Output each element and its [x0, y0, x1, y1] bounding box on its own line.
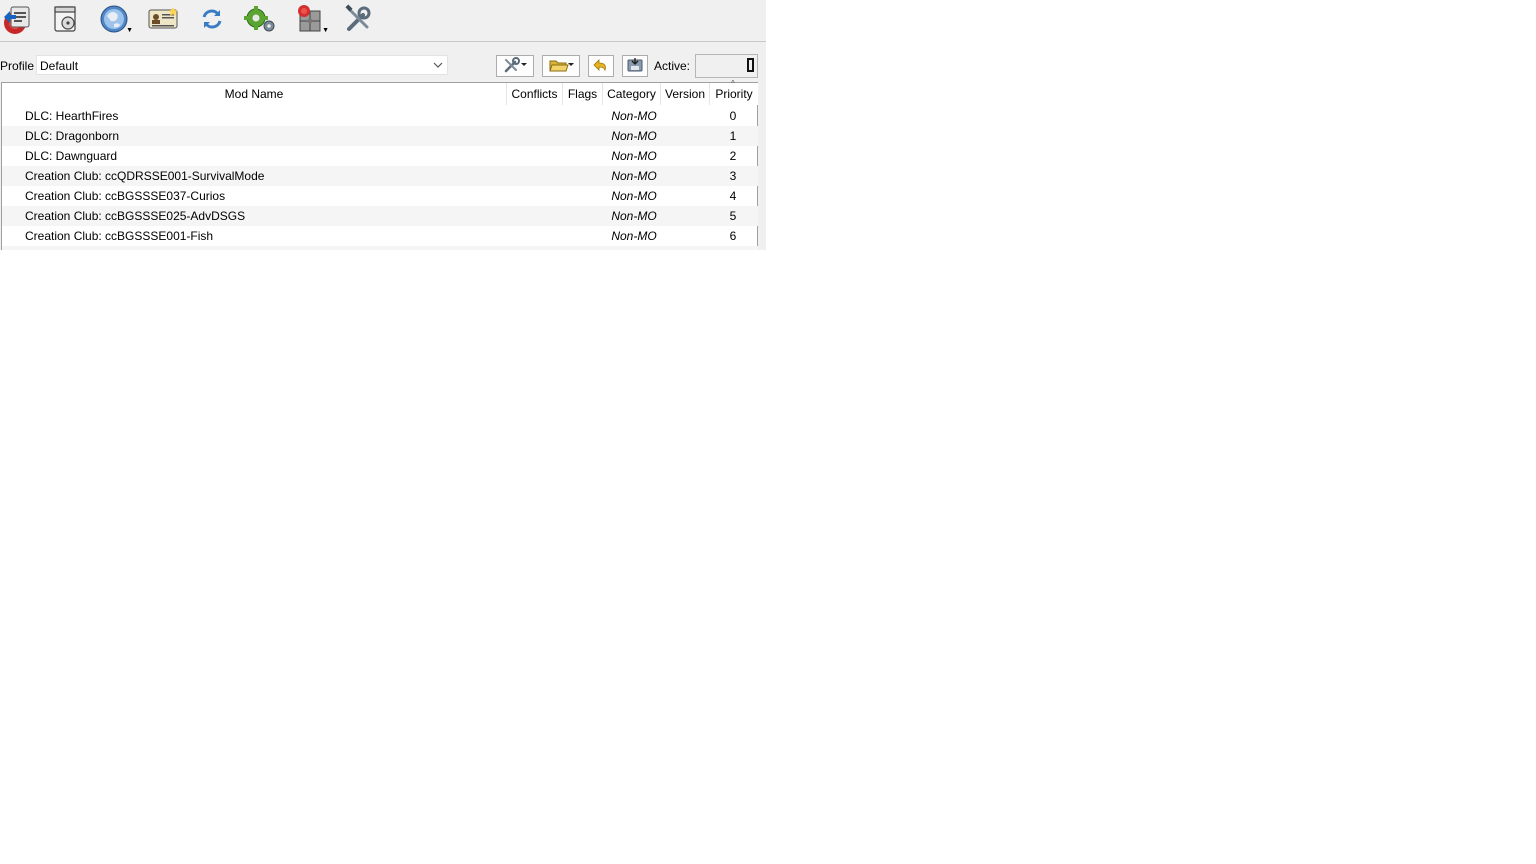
category-cell: Non-MO: [611, 109, 657, 123]
column-header-version[interactable]: Version: [661, 83, 710, 105]
tools-menu-button[interactable]: ▼: [293, 2, 329, 36]
mod-actions-button[interactable]: [496, 55, 534, 77]
table-row[interactable]: DLC: Dawnguard Non-MO 2: [2, 146, 758, 166]
mod-name-cell: Creation Club: ccQDRSSE001-SurvivalMode: [25, 169, 265, 183]
category-cell: Non-MO: [611, 209, 657, 223]
category-cell: Non-MO: [611, 169, 657, 183]
refresh-icon: [199, 6, 225, 32]
lcd-digit: [747, 58, 754, 72]
save-disk-icon: [627, 57, 643, 76]
table-row[interactable]: DLC: Dragonborn Non-MO 1: [2, 126, 758, 146]
dropdown-arrow-icon: ▼: [322, 27, 329, 34]
priority-cell: 3: [729, 169, 737, 183]
mod-name-cell: Creation Club: ccBGSSSE001-Fish: [25, 229, 214, 243]
restore-backup-button[interactable]: [588, 55, 614, 77]
mod-list-table[interactable]: Mod Name Conflicts Flags Category Versio…: [1, 79, 758, 250]
refresh-button[interactable]: [195, 2, 229, 36]
priority-cell: 2: [729, 149, 737, 163]
globe-icon: [99, 4, 129, 34]
category-cell: Non-MO: [611, 129, 657, 143]
settings-wrench-icon: [343, 4, 373, 34]
dropdown-arrow-icon: ▼: [126, 27, 133, 34]
tools-icon: [502, 56, 528, 76]
table-row[interactable]: Creation Club: ccQDRSSE001-SurvivalMode …: [2, 166, 758, 186]
executables-button[interactable]: [243, 2, 277, 36]
priority-cell: 4: [729, 189, 737, 203]
mod-organizer-window: ▼ ▼ Profile Default Active: Mod Name Con…: [0, 0, 766, 250]
chevron-down-icon: [432, 59, 444, 71]
profile-row: Profile Default Active:: [0, 53, 766, 79]
active-count-display: [695, 54, 758, 78]
table-row[interactable]: DLC: HearthFires Non-MO 0: [2, 106, 758, 126]
priority-cell: 5: [729, 209, 737, 223]
column-header-category[interactable]: Category: [603, 83, 661, 105]
open-folder-button[interactable]: [542, 55, 580, 77]
install-mod-button[interactable]: [0, 2, 34, 36]
mod-name-cell: DLC: Dawnguard: [25, 149, 118, 163]
active-label: Active:: [654, 59, 691, 73]
profile-label: Profile: [0, 59, 35, 73]
main-toolbar: ▼ ▼: [0, 0, 766, 42]
nexus-button[interactable]: [48, 2, 82, 36]
table-row-partial: [2, 246, 758, 250]
column-header-conflicts[interactable]: Conflicts: [507, 83, 563, 105]
sort-ascending-icon: ^: [731, 79, 735, 88]
table-row[interactable]: Creation Club: ccBGSSSE025-AdvDSGS Non-M…: [2, 206, 758, 226]
profiles-icon: [147, 5, 179, 33]
mod-name-cell: Creation Club: ccBGSSSE025-AdvDSGS: [25, 209, 246, 223]
profile-selected-value: Default: [40, 59, 79, 73]
executables-gears-icon: [244, 5, 276, 33]
category-cell: Non-MO: [611, 229, 657, 243]
install-mod-icon: [1, 3, 33, 35]
table-row[interactable]: Creation Club: ccBGSSSE001-Fish Non-MO 6: [2, 226, 758, 246]
table-header: Mod Name Conflicts Flags Category Versio…: [2, 79, 758, 105]
folder-icon: [548, 57, 574, 76]
column-header-mod-name[interactable]: Mod Name: [2, 83, 507, 105]
category-cell: Non-MO: [611, 189, 657, 203]
nexus-disc-icon: [50, 4, 80, 34]
web-menu-button[interactable]: ▼: [97, 2, 133, 36]
priority-cell: 6: [729, 229, 737, 243]
column-header-flags[interactable]: Flags: [563, 83, 603, 105]
category-cell: Non-MO: [611, 149, 657, 163]
mod-name-cell: Creation Club: ccBGSSSE037-Curios: [25, 189, 226, 203]
priority-cell: 1: [729, 129, 737, 143]
tools-puzzle-icon: [295, 4, 325, 34]
mod-name-cell: DLC: Dragonborn: [25, 129, 120, 143]
undo-arrow-icon: [593, 57, 609, 76]
create-backup-button[interactable]: [622, 55, 648, 77]
mod-name-cell: DLC: HearthFires: [25, 109, 119, 123]
settings-button[interactable]: [341, 2, 375, 36]
profile-select[interactable]: Default: [36, 55, 448, 75]
priority-cell: 0: [729, 109, 737, 123]
profiles-button[interactable]: [146, 2, 180, 36]
table-row[interactable]: Creation Club: ccBGSSSE037-Curios Non-MO…: [2, 186, 758, 206]
